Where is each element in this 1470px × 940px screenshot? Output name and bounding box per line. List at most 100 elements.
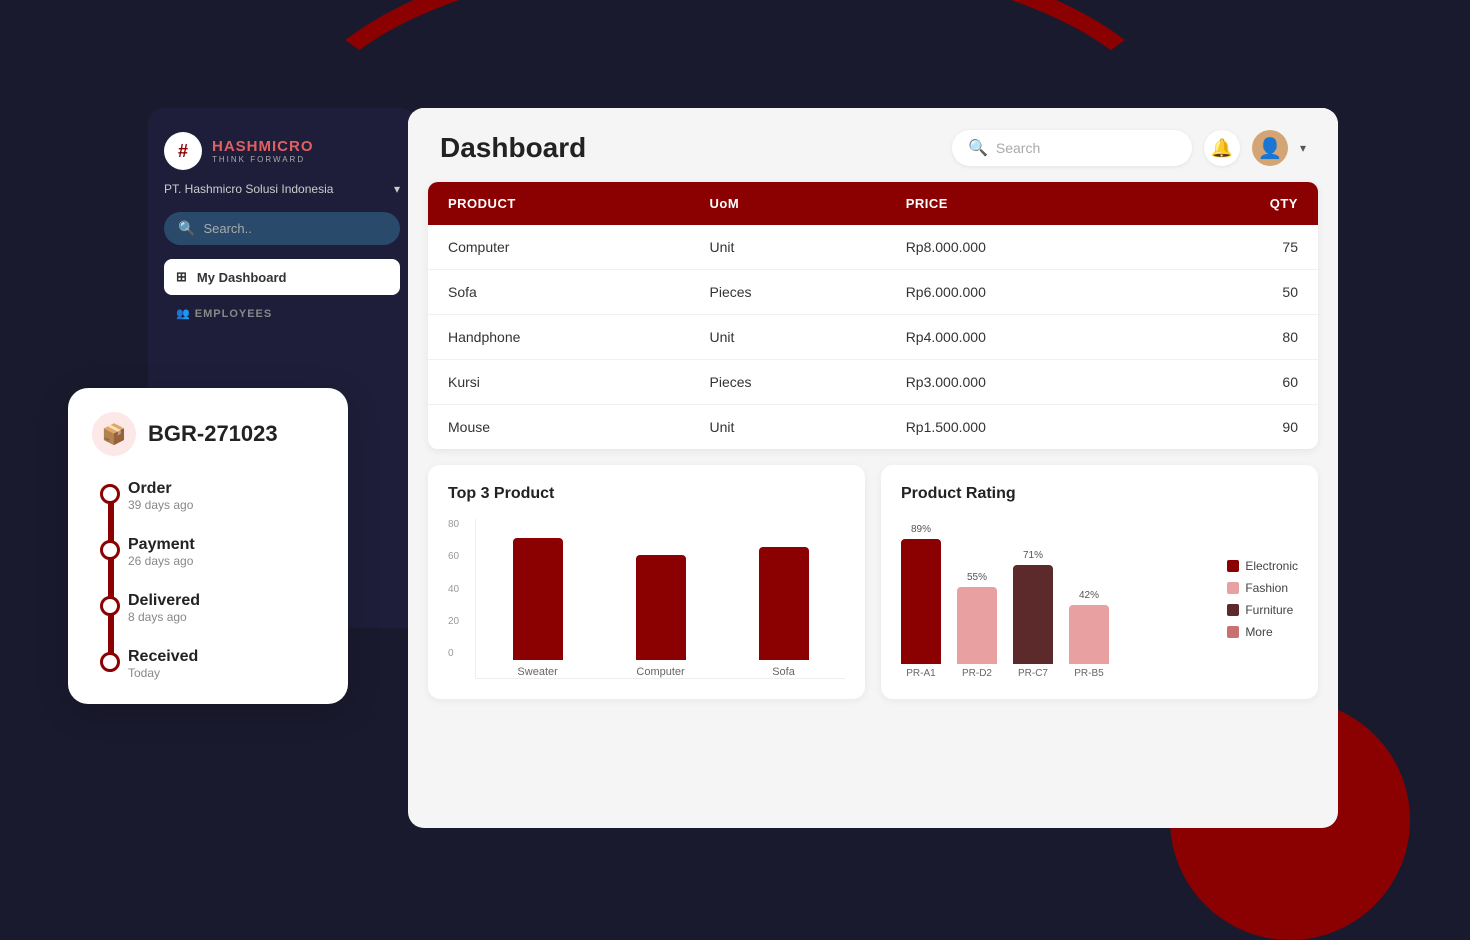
- cell-price: Rp3.000.000: [906, 374, 1168, 390]
- timeline-dot: [100, 540, 120, 560]
- charts-area: Top 3 Product 0 20 40 60 80 Sweater Comp…: [428, 465, 1318, 699]
- y-axis: 0 20 40 60 80: [448, 519, 459, 679]
- avatar-icon: 👤: [1258, 136, 1283, 161]
- employees-icon: 👥: [176, 308, 191, 320]
- step-time: 8 days ago: [128, 610, 324, 624]
- rating-bar: [957, 587, 997, 664]
- legend-label: More: [1245, 625, 1272, 639]
- legend-dot: [1227, 604, 1239, 616]
- step-title: Order: [128, 480, 324, 498]
- rating-bar-group: 89% PR-A1: [901, 519, 941, 679]
- cell-product: Computer: [448, 239, 710, 255]
- rating-bar: [1013, 565, 1053, 664]
- timeline-line: [108, 488, 114, 672]
- step-title: Delivered: [128, 592, 324, 610]
- sidebar-search-box[interactable]: 🔍: [164, 212, 400, 245]
- y-label-60: 60: [448, 551, 459, 562]
- legend-label: Furniture: [1245, 603, 1293, 617]
- cell-qty: 80: [1167, 329, 1298, 345]
- rating-pct: 89%: [911, 524, 931, 535]
- legend-item: More: [1227, 625, 1298, 639]
- cell-qty: 90: [1167, 419, 1298, 435]
- cell-product: Handphone: [448, 329, 710, 345]
- order-timeline: Order 39 days ago Payment 26 days ago De…: [92, 480, 324, 680]
- table-row: Computer Unit Rp8.000.000 75: [428, 225, 1318, 270]
- bar: [759, 547, 809, 660]
- cell-price: Rp4.000.000: [906, 329, 1168, 345]
- timeline-dot: [100, 484, 120, 504]
- cell-product: Sofa: [448, 284, 710, 300]
- legend-dot: [1227, 626, 1239, 638]
- order-id: BGR-271023: [148, 421, 278, 447]
- rating-pct: 71%: [1023, 550, 1043, 561]
- col-qty: QTY: [1167, 196, 1298, 211]
- header-search-box[interactable]: 🔍: [952, 130, 1192, 166]
- rating-chart-card: Product Rating 89% PR-A1 55% PR-D2 71% P…: [881, 465, 1318, 699]
- grid-icon: ⊞: [176, 269, 187, 285]
- cell-uom: Pieces: [710, 374, 906, 390]
- rating-bar: [901, 539, 941, 664]
- col-price: PRICE: [906, 196, 1168, 211]
- company-name: PT. Hashmicro Solusi Indonesia: [164, 182, 333, 196]
- rating-bar: [1069, 605, 1109, 664]
- table-row: Handphone Unit Rp4.000.000 80: [428, 315, 1318, 360]
- step-time: Today: [128, 666, 324, 680]
- notification-button[interactable]: 🔔: [1204, 130, 1240, 166]
- legend-label: Fashion: [1245, 581, 1288, 595]
- timeline-dot: [100, 596, 120, 616]
- order-card: 📦 BGR-271023 Order 39 days ago Payment 2…: [68, 388, 348, 704]
- order-icon: 📦: [92, 412, 136, 456]
- bar-label: Computer: [636, 666, 684, 678]
- step-title: Received: [128, 648, 324, 666]
- legend-dot: [1227, 560, 1239, 572]
- header-search-input[interactable]: [996, 140, 1176, 156]
- cell-product: Kursi: [448, 374, 710, 390]
- step-time: 39 days ago: [128, 498, 324, 512]
- company-selector[interactable]: PT. Hashmicro Solusi Indonesia ▾: [164, 182, 400, 196]
- table-header: PRODUCT UoM PRICE QTY: [428, 182, 1318, 225]
- table-body: Computer Unit Rp8.000.000 75 Sofa Pieces…: [428, 225, 1318, 449]
- search-icon: 🔍: [968, 138, 988, 158]
- step-title: Payment: [128, 536, 324, 554]
- cell-price: Rp6.000.000: [906, 284, 1168, 300]
- rating-bar-group: 55% PR-D2: [957, 519, 997, 679]
- rating-bar-group: 42% PR-B5: [1069, 519, 1109, 679]
- table-row: Kursi Pieces Rp3.000.000 60: [428, 360, 1318, 405]
- legend-dot: [1227, 582, 1239, 594]
- logo-text: HASHMICRO THINK FORWARD: [212, 138, 314, 164]
- cell-price: Rp1.500.000: [906, 419, 1168, 435]
- col-product: PRODUCT: [448, 196, 710, 211]
- rating-chart-title: Product Rating: [901, 485, 1298, 503]
- search-icon: 🔍: [178, 220, 195, 237]
- header-right: 🔍 🔔 👤 ▾: [952, 130, 1306, 166]
- timeline-step: Received Today: [128, 648, 324, 680]
- sidebar-logo: # HASHMICRO THINK FORWARD: [164, 132, 400, 170]
- rating-bars: 89% PR-A1 55% PR-D2 71% PR-C7 42% PR-B5: [901, 519, 1211, 679]
- legend-label: Electronic: [1245, 559, 1298, 573]
- top3-chart-title: Top 3 Product: [448, 485, 845, 503]
- sidebar-item-label: My Dashboard: [197, 270, 287, 285]
- rating-bar-label: PR-A1: [906, 668, 935, 679]
- cell-uom: Unit: [710, 239, 906, 255]
- bar-label: Sofa: [772, 666, 795, 678]
- rating-pct: 42%: [1079, 590, 1099, 601]
- rating-bar-label: PR-D2: [962, 668, 992, 679]
- top3-chart-card: Top 3 Product 0 20 40 60 80 Sweater Comp…: [428, 465, 865, 699]
- y-label-80: 80: [448, 519, 459, 530]
- sidebar-search-input[interactable]: [203, 221, 386, 236]
- avatar-button[interactable]: 👤: [1252, 130, 1288, 166]
- bar: [513, 538, 563, 660]
- bell-icon: 🔔: [1211, 138, 1233, 159]
- bar-group: Sweater: [484, 519, 591, 678]
- rating-legend: Electronic Fashion Furniture More: [1227, 519, 1298, 679]
- legend-item: Fashion: [1227, 581, 1298, 595]
- y-label-0: 0: [448, 648, 459, 659]
- sidebar-item-dashboard[interactable]: ⊞ My Dashboard: [164, 259, 400, 295]
- rating-pct: 55%: [967, 572, 987, 583]
- cell-uom: Pieces: [710, 284, 906, 300]
- product-table: PRODUCT UoM PRICE QTY Computer Unit Rp8.…: [428, 182, 1318, 449]
- logo-tagline: THINK FORWARD: [212, 155, 314, 164]
- timeline-step: Order 39 days ago: [128, 480, 324, 512]
- rating-chart-area: 89% PR-A1 55% PR-D2 71% PR-C7 42% PR-B5 …: [901, 519, 1298, 679]
- bar-group: Sofa: [730, 519, 837, 678]
